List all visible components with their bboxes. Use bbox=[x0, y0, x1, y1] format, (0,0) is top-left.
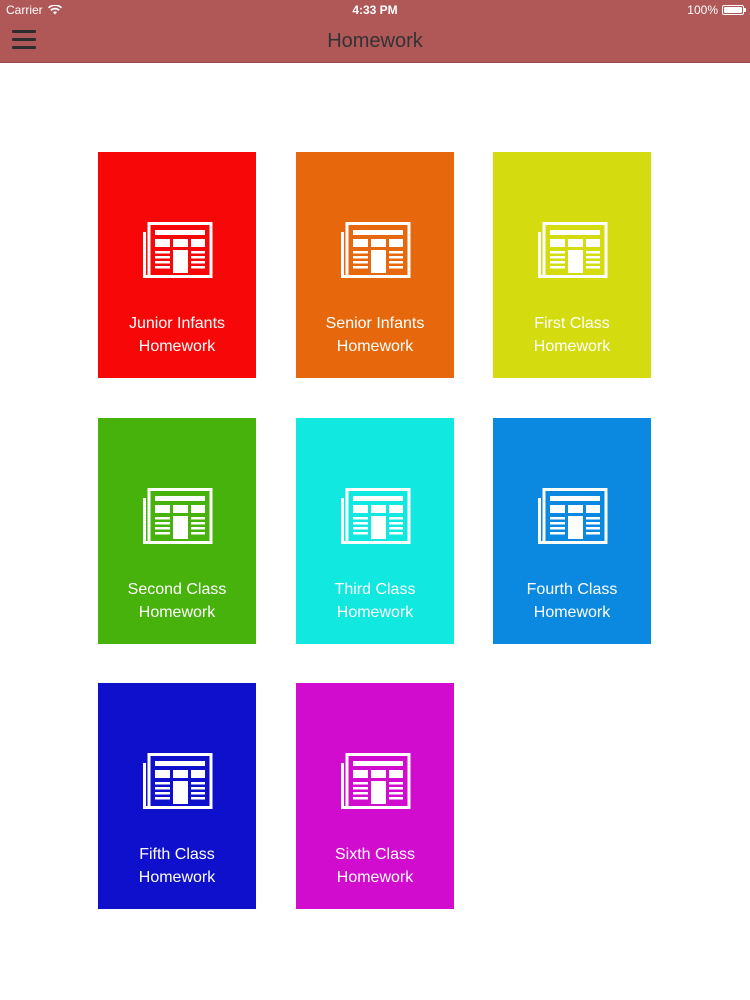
newspaper-icon bbox=[143, 222, 213, 280]
tile-label-line2: Homework bbox=[138, 604, 216, 621]
newspaper-icon bbox=[538, 488, 608, 546]
homework-tile[interactable]: Second Class Homework bbox=[98, 418, 256, 644]
status-time: 4:33 PM bbox=[352, 3, 398, 17]
homework-tile[interactable]: First Class Homework bbox=[493, 152, 651, 378]
tile-label: Second Class Homework bbox=[98, 578, 256, 624]
navigation-bar: Carrier 4:33 PM 100% Homework bbox=[0, 0, 750, 63]
tile-label-line2: Homework bbox=[336, 338, 414, 355]
page-title: Homework bbox=[327, 30, 423, 52]
homework-tile[interactable]: Junior Infants Homework bbox=[98, 152, 256, 378]
tile-label-line2: Homework bbox=[336, 604, 414, 621]
homework-tile[interactable]: Sixth Class Homework bbox=[296, 683, 454, 909]
newspaper-icon bbox=[341, 488, 411, 546]
newspaper-icon bbox=[143, 753, 213, 811]
homework-tile[interactable]: Fourth Class Homework bbox=[493, 418, 651, 644]
tile-label-line2: Homework bbox=[533, 338, 611, 355]
homework-tile[interactable]: Fifth Class Homework bbox=[98, 683, 256, 909]
newspaper-icon bbox=[341, 753, 411, 811]
tile-label: Sixth Class Homework bbox=[296, 843, 454, 889]
homework-tile[interactable]: Senior Infants Homework bbox=[296, 152, 454, 378]
tile-label: Junior Infants Homework bbox=[98, 312, 256, 358]
battery-indicator: 100% bbox=[687, 3, 746, 17]
tile-label-line1: Second Class bbox=[127, 581, 227, 598]
tile-label-line2: Homework bbox=[336, 869, 414, 886]
newspaper-icon bbox=[538, 222, 608, 280]
homework-tile[interactable]: Third Class Homework bbox=[296, 418, 454, 644]
tile-label-line1: Senior Infants bbox=[325, 315, 425, 332]
tile-label-line1: Sixth Class bbox=[334, 846, 416, 863]
tile-label-line1: Fourth Class bbox=[526, 581, 618, 598]
tile-label-line2: Homework bbox=[138, 338, 216, 355]
tile-label: Third Class Homework bbox=[296, 578, 454, 624]
tile-label-line1: Third Class bbox=[334, 581, 416, 598]
status-bar: Carrier 4:33 PM 100% bbox=[0, 0, 750, 20]
tile-label-line1: Fifth Class bbox=[139, 846, 215, 863]
tile-label: First Class Homework bbox=[493, 312, 651, 358]
newspaper-icon bbox=[341, 222, 411, 280]
tile-label: Fourth Class Homework bbox=[493, 578, 651, 624]
newspaper-icon bbox=[143, 488, 213, 546]
battery-percent: 100% bbox=[687, 3, 718, 17]
tile-label: Senior Infants Homework bbox=[296, 312, 454, 358]
tile-label-line2: Homework bbox=[138, 869, 216, 886]
tile-label-line1: Junior Infants bbox=[128, 315, 226, 332]
tile-label-line1: First Class bbox=[534, 315, 610, 332]
tile-label: Fifth Class Homework bbox=[98, 843, 256, 889]
tile-label-line2: Homework bbox=[533, 604, 611, 621]
battery-icon bbox=[722, 5, 746, 15]
